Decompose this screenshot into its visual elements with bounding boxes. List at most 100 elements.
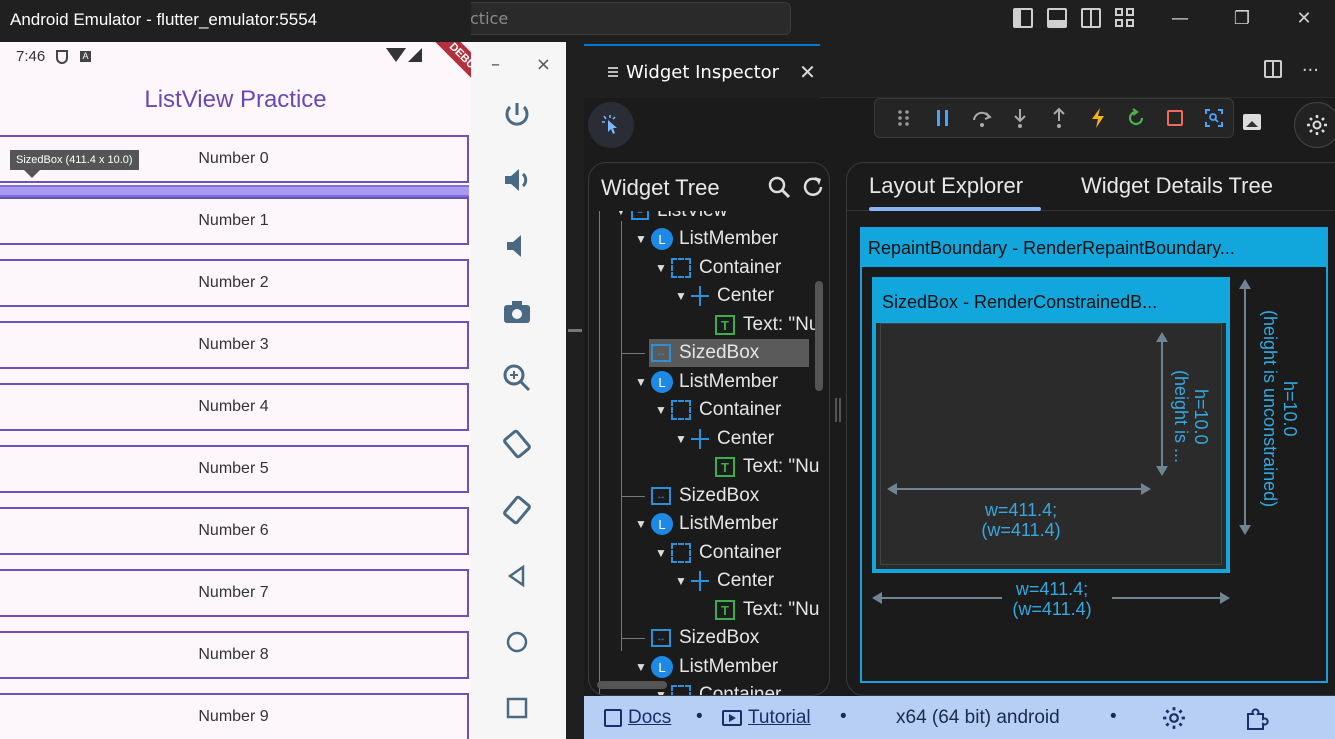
emulator-close-button[interactable]: × (536, 54, 551, 75)
status-time: 7:46 (16, 48, 46, 65)
status-extensions[interactable] (1244, 706, 1270, 732)
arrow-head (1156, 466, 1168, 476)
chevron-down-icon[interactable]: ▼ (655, 546, 671, 560)
more-actions-icon[interactable]: ··· (1302, 60, 1319, 81)
tutorial-link[interactable]: Tutorial (722, 707, 811, 729)
list-item[interactable]: Number 8 (0, 631, 469, 679)
screenshot-button[interactable] (1236, 104, 1268, 140)
sizedbox-box[interactable]: SizedBox - RenderConstrainedB... h=10.0 … (872, 277, 1230, 573)
tree-row[interactable]: ▼ L ListMember (635, 653, 778, 681)
outer-height-value: h=10.0 (1280, 381, 1300, 437)
list-item[interactable]: Number 2 (0, 259, 469, 307)
list-item[interactable]: Number 7 (0, 569, 469, 617)
close-window-button[interactable]: ✕ (1273, 0, 1335, 36)
step-out-icon[interactable] (1040, 100, 1079, 136)
chevron-down-icon[interactable]: ▼ (675, 289, 691, 303)
stop-icon[interactable] (1156, 100, 1195, 136)
tree-row-label: ListMember (679, 513, 779, 534)
tree-row[interactable]: ↔ SizedBox (651, 482, 759, 510)
volume-up-icon[interactable] (499, 162, 535, 198)
tree-row-label: Container (699, 684, 782, 696)
chevron-down-icon[interactable]: ▼ (655, 261, 671, 275)
drag-handle-icon[interactable] (885, 100, 924, 136)
chevron-down-icon[interactable]: ▼ (635, 375, 651, 389)
device-info[interactable]: x64 (64 bit) android (896, 707, 1060, 729)
rotate-right-icon[interactable] (499, 492, 535, 528)
toggle-secondary-sidebar-icon[interactable] (1081, 8, 1101, 28)
tab-widget-inspector[interactable]: Widget Inspector ✕ (584, 44, 820, 98)
tree-row[interactable]: ▼ Container (655, 539, 781, 567)
chevron-down-icon[interactable]: ▼ (635, 660, 651, 674)
step-into-icon[interactable] (1001, 100, 1040, 136)
tree-row[interactable]: T Text: "Nu (715, 453, 819, 481)
tree-row[interactable]: ▼ Center (675, 425, 774, 453)
tree-row[interactable]: ▼ ≡ ListView (615, 211, 727, 225)
sidebar-gutter (566, 42, 584, 739)
status-settings[interactable] (1162, 706, 1186, 730)
minimize-button[interactable]: — (1149, 0, 1211, 36)
chevron-down-icon[interactable]: ▼ (635, 517, 651, 531)
list-item[interactable]: Number 1 (0, 197, 469, 245)
close-tab-icon[interactable]: ✕ (799, 60, 816, 84)
toggle-primary-sidebar-icon[interactable] (1013, 8, 1033, 28)
pause-icon[interactable] (924, 100, 963, 136)
tree-row[interactable]: ↔ SizedBox (651, 624, 759, 652)
tree-row[interactable]: T Text: "Nu (715, 311, 819, 339)
tutorial-label: Tutorial (748, 707, 811, 728)
toggle-panel-icon[interactable] (1047, 8, 1067, 28)
split-resize-handle[interactable] (835, 398, 841, 422)
horizontal-scrollbar[interactable] (597, 681, 667, 689)
step-over-icon[interactable] (962, 100, 1001, 136)
list-item[interactable]: Number 5 (0, 445, 469, 493)
power-icon[interactable] (499, 97, 535, 133)
tree-row-selected[interactable]: ↔ SizedBox (649, 339, 809, 367)
camera-icon[interactable] (499, 294, 535, 330)
list-item[interactable]: Number 9 (0, 693, 469, 739)
chevron-down-icon[interactable]: ▼ (615, 211, 631, 218)
overview-icon[interactable] (499, 690, 535, 726)
refresh-icon[interactable] (801, 175, 825, 199)
emulator-minimize-button[interactable]: – (491, 54, 500, 75)
tab-widget-details-tree[interactable]: Widget Details Tree (1081, 173, 1273, 199)
screen: ctice — ❐ ✕ Android Emulator - flutter_e… (0, 0, 1335, 739)
customize-layout-icon[interactable] (1115, 8, 1135, 28)
hot-restart-icon[interactable] (1117, 100, 1156, 136)
tree-row[interactable]: ▼ Center (675, 567, 774, 595)
sash-handle[interactable] (568, 329, 582, 332)
tree-row[interactable]: ▼ Container (655, 396, 781, 424)
tree-row[interactable]: ▼ L ListMember (635, 368, 778, 396)
inner-height-note: (height is ... (1171, 370, 1191, 464)
shield-icon (56, 50, 68, 64)
list-item[interactable]: Number 6 (0, 507, 469, 555)
list-item[interactable]: Number 4 (0, 383, 469, 431)
select-widget-mode-button[interactable] (588, 102, 634, 148)
docs-link[interactable]: Docs (604, 707, 671, 729)
volume-down-icon[interactable] (499, 228, 535, 264)
command-center-search[interactable]: ctice (455, 2, 791, 35)
repaint-boundary-box[interactable]: RepaintBoundary - RenderRepaintBoundary.… (860, 227, 1328, 683)
tree-row[interactable]: ▼ L ListMember (635, 225, 778, 253)
search-icon[interactable] (767, 175, 791, 199)
inspect-widget-icon[interactable] (1194, 100, 1233, 136)
chevron-down-icon[interactable]: ▼ (655, 403, 671, 417)
back-icon[interactable] (499, 558, 535, 594)
split-editor-icon[interactable] (1263, 60, 1282, 78)
tree-row[interactable]: ▼ Container (655, 254, 781, 282)
list-item[interactable]: Number 3 (0, 321, 469, 369)
tree-row[interactable]: ▼ Container (655, 681, 782, 696)
home-icon[interactable] (499, 624, 535, 660)
chevron-down-icon[interactable]: ▼ (655, 688, 671, 695)
hot-reload-icon[interactable] (1078, 100, 1117, 136)
tree-row[interactable]: ▼ L ListMember (635, 510, 778, 538)
chevron-down-icon[interactable]: ▼ (635, 232, 651, 246)
tab-layout-explorer[interactable]: Layout Explorer (869, 173, 1023, 199)
chevron-down-icon[interactable]: ▼ (675, 574, 691, 588)
zoom-icon[interactable] (499, 360, 535, 396)
tree-row[interactable]: ▼ Center (675, 282, 774, 310)
chevron-down-icon[interactable]: ▼ (675, 432, 691, 446)
rotate-left-icon[interactable] (499, 426, 535, 462)
tree-row[interactable]: T Text: "Nu (715, 596, 819, 624)
vertical-scrollbar[interactable] (815, 281, 823, 391)
restore-button[interactable]: ❐ (1211, 0, 1273, 36)
inspector-settings-button[interactable] (1294, 102, 1335, 148)
